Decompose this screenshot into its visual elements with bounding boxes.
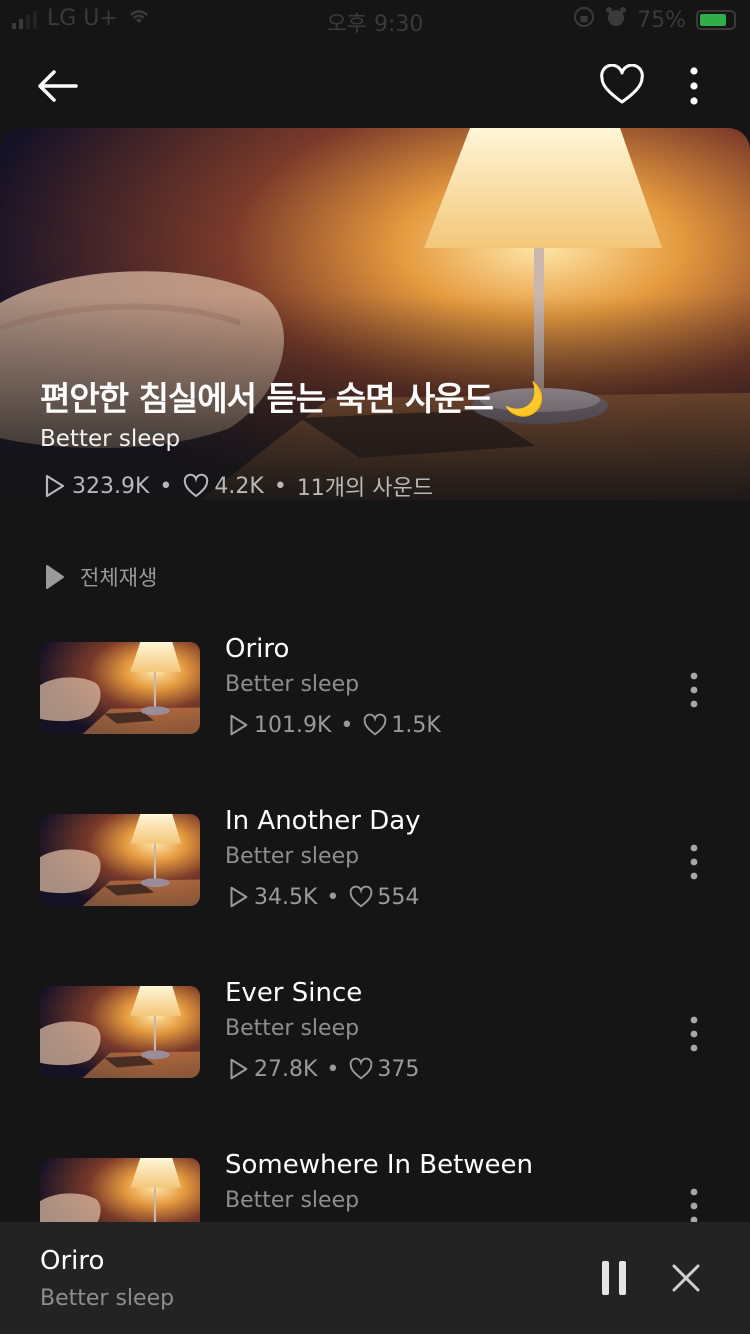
vertical-dots-icon [690,672,698,708]
alarm-icon [605,6,627,34]
vertical-dots-icon [690,1188,698,1224]
play-count-icon [230,886,248,908]
track-more-button[interactable] [678,1014,710,1054]
like-count-icon [184,473,209,498]
now-playing-artist: Better sleep [40,1286,175,1311]
track-more-button[interactable] [678,670,710,710]
close-icon [672,1264,700,1292]
track-artist: Better sleep [225,844,360,869]
like-count: 4.2K [214,473,264,499]
rotation-lock-icon [573,6,595,34]
bedside-lamp-thumbnail [40,642,200,734]
pause-icon [602,1261,626,1295]
track-like-count: 554 [377,884,420,910]
play-count-icon [230,1058,248,1080]
playlist-title: 편안한 침실에서 듣는 숙면 사운드 🌙 [40,379,545,418]
track-thumbnail [40,986,200,1078]
track-more-button[interactable] [678,842,710,882]
like-count-icon [350,1057,373,1080]
playlist-stats: 323.9K • 4.2K • 11개의 사운드 [40,470,433,502]
play-count-icon [230,714,248,736]
heart-icon [600,63,644,104]
like-count-icon [350,885,373,908]
track-like-count: 375 [377,1056,420,1082]
track-title: Ever Since [225,978,363,1008]
vertical-dots-icon [690,67,698,105]
track-row[interactable]: In Another Day Better sleep 34.5K • 554 [0,806,750,944]
track-like-count: 1.5K [391,712,441,738]
separator-dot: • [326,884,340,910]
arrow-left-icon [38,70,78,102]
battery-percent: 75% [637,7,686,33]
track-thumbnail [40,814,200,906]
mini-player[interactable]: Oriro Better sleep [0,1222,750,1334]
battery-icon [696,10,736,30]
separator-dot: • [273,473,287,499]
track-stats: 34.5K • 554 [225,884,419,910]
track-play-count: 101.9K [254,712,332,738]
separator-dot: • [340,712,354,738]
track-artist: Better sleep [225,672,360,697]
back-button[interactable] [30,64,82,108]
status-bar: LG U+ 오후 9:30 75% [0,0,750,40]
pause-button[interactable] [596,1258,632,1298]
vertical-dots-icon [690,844,698,880]
more-options-button[interactable] [674,64,714,108]
play-count: 323.9K [72,473,150,499]
track-thumbnail [40,642,200,734]
now-playing-title: Oriro [40,1246,105,1276]
close-player-button[interactable] [668,1260,704,1296]
track-play-count: 27.8K [254,1056,318,1082]
track-play-count: 34.5K [254,884,318,910]
separator-dot: • [326,1056,340,1082]
sound-count: 11개의 사운드 [296,476,434,501]
bedside-lamp-thumbnail [40,986,200,1078]
track-row[interactable]: Oriro Better sleep 101.9K • 1.5K [0,634,750,772]
track-more-button[interactable] [678,1186,710,1226]
bedside-lamp-thumbnail [40,814,200,906]
track-artist: Better sleep [225,1016,360,1041]
track-title: Oriro [225,634,290,664]
playlist-artist: Better sleep [40,426,181,452]
track-row[interactable]: Ever Since Better sleep 27.8K • 375 [0,978,750,1116]
top-nav [0,56,750,116]
like-button[interactable] [598,63,646,108]
like-count-icon [364,713,387,736]
track-artist: Better sleep [225,1188,360,1213]
play-icon [46,565,64,589]
track-stats: 101.9K • 1.5K [225,712,441,738]
play-count-icon [45,474,65,498]
separator-dot: • [159,473,173,499]
track-title: In Another Day [225,806,421,836]
track-stats: 27.8K • 375 [225,1056,419,1082]
vertical-dots-icon [690,1016,698,1052]
track-title: Somewhere In Between [225,1150,534,1180]
play-all-button[interactable]: 전체재생 [44,562,157,592]
play-all-label: 전체재생 [80,566,158,590]
